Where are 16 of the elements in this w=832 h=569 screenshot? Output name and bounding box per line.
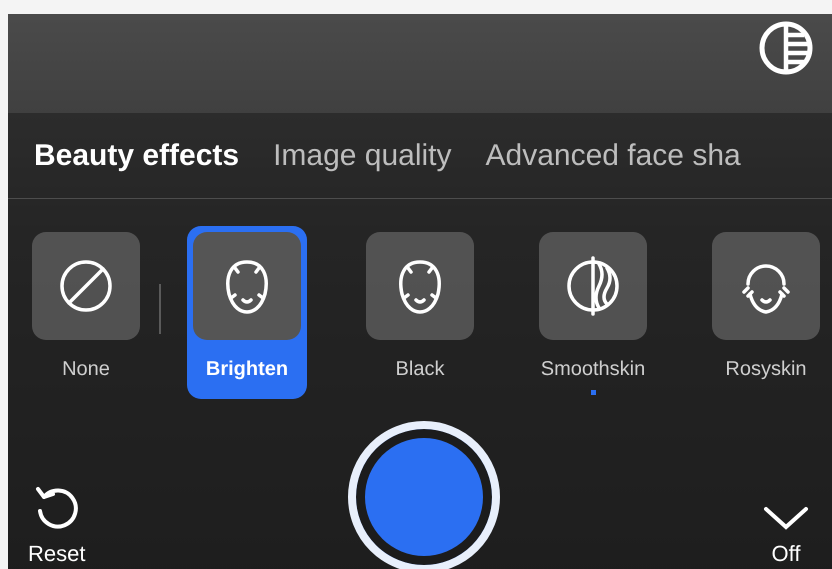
effect-label: Black: [396, 358, 444, 381]
effect-label: Brighten: [206, 358, 288, 381]
contrast-icon[interactable]: [758, 20, 814, 76]
effect-option[interactable]: Black: [360, 226, 480, 399]
toggle-label: Off: [772, 541, 800, 567]
tab[interactable]: Beauty effects: [34, 138, 240, 172]
reset-label: Reset: [28, 541, 86, 567]
effect-label: Smoothskin: [540, 358, 646, 381]
effect-label: None: [62, 358, 110, 381]
effect-option[interactable]: Smoothskin: [533, 226, 653, 399]
effect-label: Rosyskin: [725, 358, 807, 381]
tab[interactable]: Advanced face sha: [486, 138, 741, 172]
effect-option[interactable]: None: [26, 226, 146, 399]
tab[interactable]: Image quality: [273, 138, 452, 172]
effect-option[interactable]: Rosyskin: [706, 226, 826, 399]
effect-option[interactable]: Brighten: [187, 226, 307, 399]
